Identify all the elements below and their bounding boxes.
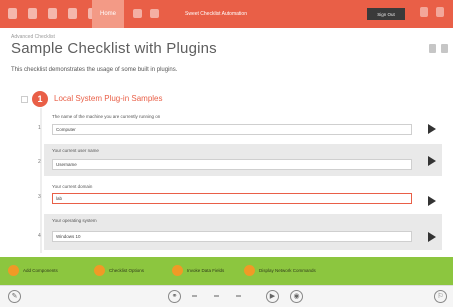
- checklist-item: 1 The name of the machine you are curren…: [38, 110, 442, 142]
- section-title[interactable]: Local System Plug-in Samples: [54, 94, 163, 103]
- item-value-field[interactable]: Computer: [52, 124, 412, 135]
- menu-icon[interactable]: [8, 8, 17, 19]
- plugin-checklist-options[interactable]: Checklist Options: [94, 265, 144, 276]
- plugin-label: Add Components: [23, 268, 58, 273]
- item-label: Your current domain: [52, 184, 93, 189]
- view-icon[interactable]: ◉: [290, 290, 303, 303]
- item-number: 1: [38, 125, 41, 131]
- play-icon[interactable]: [428, 156, 436, 166]
- item-label: Your current user name: [52, 148, 99, 153]
- refresh-icon[interactable]: [133, 9, 142, 18]
- title-bar: Home Sweet Checklist Automation Sign Out: [0, 0, 453, 28]
- item-number: 2: [38, 159, 41, 165]
- window-title: Sweet Checklist Automation: [185, 11, 247, 17]
- plugin-icon: [94, 265, 105, 276]
- item-number: 4: [38, 233, 41, 239]
- plugin-label: Display Network Commands: [259, 268, 316, 273]
- plugin-bar: Add Components Checklist Options Invoke …: [0, 257, 453, 285]
- section-number-badge: 1: [32, 91, 48, 107]
- plugin-label: Checklist Options: [109, 268, 145, 273]
- save-icon[interactable]: [68, 8, 77, 19]
- bottom-toolbar: ✎ ⚭ ▶ ◉ ⚐: [0, 285, 453, 307]
- plugin-icon: [244, 265, 255, 276]
- redo-icon[interactable]: [48, 8, 57, 19]
- settings-icon[interactable]: [150, 9, 159, 18]
- checklist-item: 4 Your operating system Windows 10: [38, 214, 442, 250]
- quick-access-toolbar: [8, 8, 97, 19]
- page-title: Sample Checklist with Plugins: [11, 40, 217, 57]
- checklist-item: 2 Your current user name Username: [38, 144, 442, 176]
- separator-dot: [192, 295, 197, 297]
- item-number: 3: [38, 194, 41, 200]
- edit-icon[interactable]: ✎: [8, 290, 21, 303]
- separator-dot: [214, 295, 219, 297]
- plugin-display-network-commands[interactable]: Display Network Commands: [244, 265, 316, 276]
- link-icon[interactable]: ⚭: [168, 290, 181, 303]
- checklist-item: 3 Your current domain lab: [38, 180, 442, 210]
- item-value-field[interactable]: lab: [52, 193, 412, 204]
- help-icon[interactable]: [420, 7, 428, 17]
- play-circle-icon[interactable]: ▶: [266, 290, 279, 303]
- item-label: Your operating system: [52, 218, 97, 223]
- page-description: This checklist demonstrates the usage of…: [11, 67, 178, 73]
- plugin-icon: [172, 265, 183, 276]
- sign-out-button[interactable]: Sign Out: [367, 8, 405, 20]
- collapse-toggle[interactable]: [21, 96, 28, 103]
- play-icon[interactable]: [428, 196, 436, 206]
- options-icon[interactable]: [441, 44, 448, 53]
- separator-dot: [236, 295, 241, 297]
- play-icon[interactable]: [428, 232, 436, 242]
- document-icon[interactable]: [429, 44, 436, 53]
- item-value-field[interactable]: Username: [52, 159, 412, 170]
- plugin-label: Invoke Data Fields: [187, 268, 225, 273]
- plugin-invoke-data-fields[interactable]: Invoke Data Fields: [172, 265, 224, 276]
- plugin-add-components[interactable]: Add Components: [8, 265, 58, 276]
- attachment-icon[interactable]: ⚐: [434, 290, 447, 303]
- plugin-icon: [8, 265, 19, 276]
- play-icon[interactable]: [428, 124, 436, 134]
- tab-home[interactable]: Home: [92, 0, 124, 28]
- item-value-field[interactable]: Windows 10: [52, 231, 412, 242]
- item-label: The name of the machine you are currentl…: [52, 114, 161, 119]
- minimize-icon[interactable]: [436, 7, 444, 17]
- undo-icon[interactable]: [28, 8, 37, 19]
